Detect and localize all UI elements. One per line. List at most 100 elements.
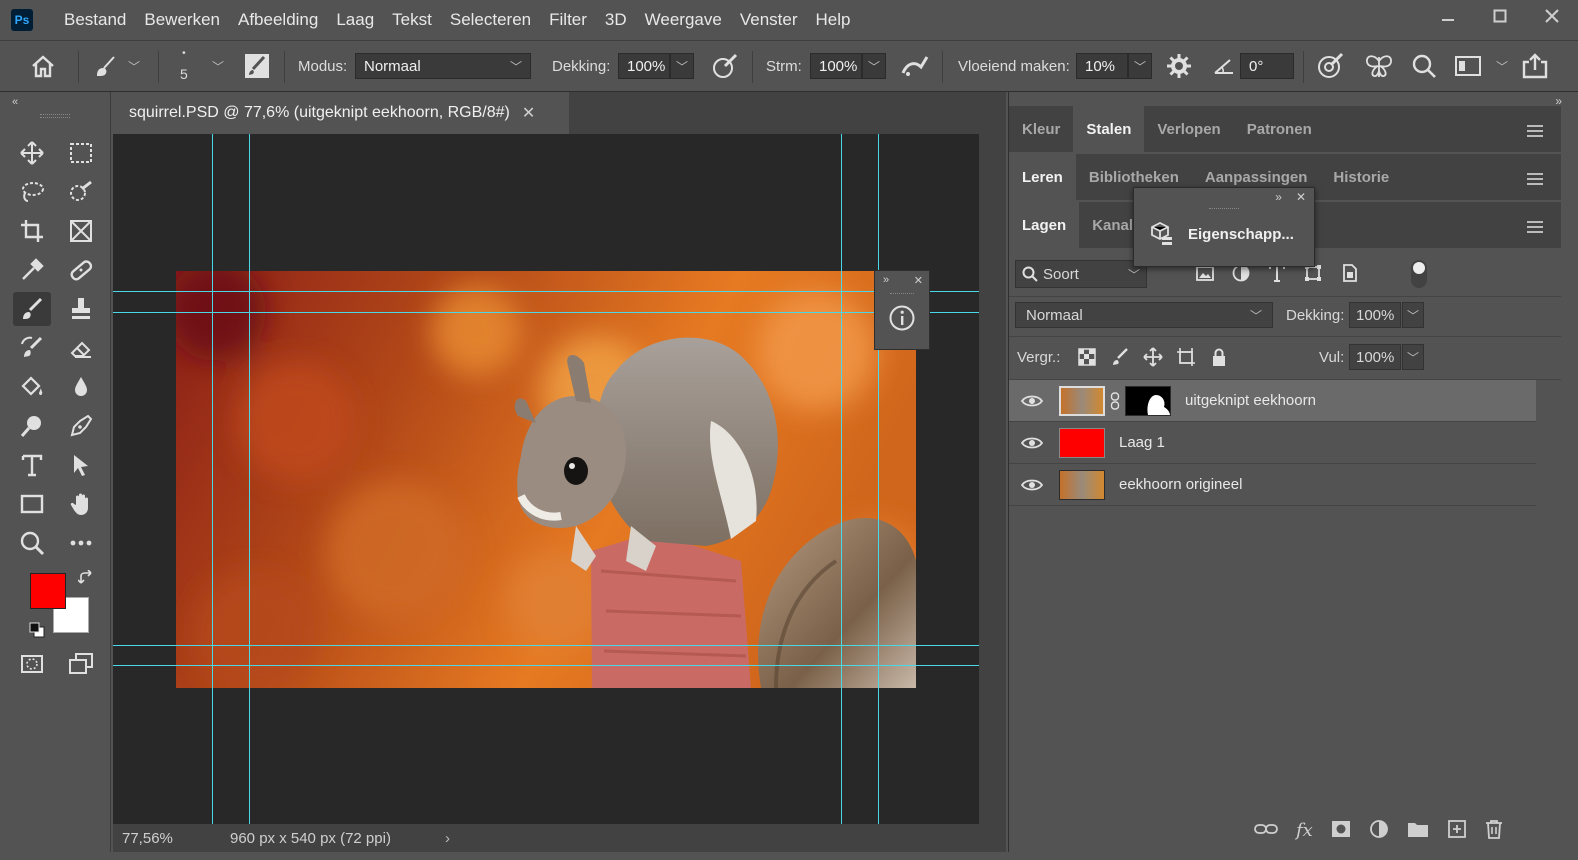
panel-menu-icon[interactable] [1527, 125, 1543, 137]
info-button[interactable] [875, 304, 929, 332]
layer-mask-thumbnail[interactable] [1125, 385, 1171, 416]
panel-menu-icon[interactable] [1527, 173, 1543, 185]
menu-help[interactable]: Help [807, 10, 860, 30]
layer-thumbnail[interactable] [1059, 469, 1105, 500]
layer-filter-select[interactable]: Soort ﹀ [1015, 260, 1147, 288]
canvas-image[interactable] [176, 271, 916, 688]
lock-all-button[interactable] [1209, 347, 1229, 370]
type-tool[interactable] [13, 448, 51, 482]
angle-input[interactable]: 0° [1240, 41, 1294, 91]
panel-grip[interactable] [890, 293, 914, 296]
tab-verlopen[interactable]: Verlopen [1144, 106, 1233, 152]
menu-weergave[interactable]: Weergave [636, 10, 731, 30]
crop-tool[interactable] [13, 214, 51, 248]
brush-size-dropdown[interactable]: ﹀ [212, 41, 224, 91]
layer-row[interactable]: eekhoorn origineel [1009, 464, 1536, 506]
new-layer-button[interactable] [1447, 819, 1467, 842]
guide-horizontal[interactable] [113, 665, 979, 666]
fx-icon[interactable]: fx [1296, 820, 1313, 841]
home-button[interactable] [30, 41, 56, 91]
vloeiend-dropdown[interactable]: ﹀ [1128, 53, 1152, 79]
menu-laag[interactable]: Laag [327, 10, 383, 30]
lasso-tool[interactable] [13, 175, 51, 209]
fill-input[interactable]: 100% [1349, 344, 1401, 370]
layer-row[interactable]: uitgeknipt eekhoorn [1009, 380, 1536, 422]
menu-afbeelding[interactable]: Afbeelding [229, 10, 327, 30]
link-layers-button[interactable] [1254, 821, 1278, 840]
properties-button[interactable]: Eigenschapp... [1148, 221, 1314, 247]
visibility-toggle[interactable] [1009, 436, 1055, 450]
canvas-vertical-scrollbar[interactable] [979, 134, 1006, 824]
workspace-button[interactable]: ﹀ [1454, 41, 1508, 91]
more-tools[interactable] [62, 526, 100, 560]
filter-toggle[interactable] [1411, 260, 1427, 288]
layer-opacity-input[interactable]: 100% [1349, 302, 1401, 328]
menu-bewerken[interactable]: Bewerken [135, 10, 229, 30]
panel-menu-icon[interactable] [1527, 221, 1543, 233]
guide-vertical[interactable] [249, 134, 250, 824]
paint-bucket-tool[interactable] [13, 370, 51, 404]
collapse-toolbox-icon[interactable]: « [12, 96, 18, 108]
hand-tool[interactable] [62, 487, 100, 521]
brush-size-picker[interactable]: • 5 [180, 41, 188, 91]
search-button[interactable] [1411, 41, 1437, 91]
modus-select[interactable]: Normaal ﹀ [355, 41, 531, 91]
layer-thumbnail[interactable] [1059, 385, 1105, 416]
move-tool[interactable] [13, 136, 51, 170]
blend-mode-select[interactable]: Normaal ﹀ [1015, 302, 1273, 328]
layer-opacity-dropdown[interactable]: ﹀ [1402, 302, 1424, 328]
menu-bestand[interactable]: Bestand [55, 10, 135, 30]
close-panel-icon[interactable]: ✕ [914, 274, 923, 287]
guide-horizontal[interactable] [113, 645, 979, 646]
eraser-tool[interactable] [62, 331, 100, 365]
tab-leren[interactable]: Leren [1009, 154, 1076, 200]
visibility-toggle[interactable] [1009, 394, 1055, 408]
layer-row[interactable]: Laag 1 [1009, 422, 1536, 464]
lock-transparency-button[interactable] [1077, 347, 1097, 370]
zoom-tool[interactable] [13, 526, 51, 560]
default-colors-button[interactable] [29, 622, 45, 641]
quick-mask-button[interactable] [13, 647, 51, 681]
zoom-level[interactable]: 77,56% [122, 830, 192, 847]
share-button[interactable] [1521, 41, 1549, 91]
maximize-button[interactable] [1474, 0, 1526, 32]
pen-tool[interactable] [62, 409, 100, 443]
layer-link[interactable] [1105, 391, 1125, 410]
brush-settings-toggle[interactable] [244, 41, 270, 91]
brush-tool[interactable] [13, 292, 51, 326]
guide-horizontal[interactable] [113, 291, 979, 292]
guide-horizontal[interactable] [113, 312, 979, 313]
guide-vertical[interactable] [212, 134, 213, 824]
lock-position-button[interactable] [1143, 347, 1163, 370]
dekking-dropdown[interactable]: ﹀ [670, 53, 694, 79]
guide-vertical[interactable] [841, 134, 842, 824]
healing-brush-tool[interactable] [62, 253, 100, 287]
menu-3d[interactable]: 3D [596, 10, 636, 30]
fill-dropdown[interactable]: ﹀ [1402, 344, 1424, 370]
canvas-area[interactable] [113, 134, 979, 824]
lock-artboard-button[interactable] [1176, 347, 1196, 370]
vloeiend-input[interactable]: 10% ﹀ [1076, 41, 1152, 91]
foreground-color-swatch[interactable] [30, 573, 66, 609]
tab-lagen[interactable]: Lagen [1009, 202, 1080, 248]
document-tab[interactable]: squirrel.PSD @ 77,6% (uitgeknipt eekhoor… [113, 92, 569, 134]
expand-panel-icon[interactable]: » [1275, 190, 1282, 204]
close-panel-icon[interactable]: ✕ [1296, 190, 1306, 204]
tool-preset-picker[interactable]: ﹀ [94, 41, 140, 91]
clone-stamp-tool[interactable] [62, 292, 100, 326]
swap-colors-button[interactable] [77, 569, 94, 589]
panel-grip[interactable] [1209, 208, 1239, 211]
visibility-toggle[interactable] [1009, 478, 1055, 492]
lock-pixels-button[interactable] [1110, 347, 1130, 370]
menu-selecteren[interactable]: Selecteren [441, 10, 540, 30]
marquee-tool[interactable] [62, 136, 100, 170]
tab-kleur[interactable]: Kleur [1009, 106, 1073, 152]
delete-layer-button[interactable] [1485, 819, 1503, 842]
strm-input[interactable]: 100% ﹀ [810, 41, 886, 91]
tab-stalen[interactable]: Stalen [1073, 106, 1145, 152]
menu-venster[interactable]: Venster [731, 10, 807, 30]
eyedropper-tool[interactable] [13, 253, 51, 287]
toolbox-grip[interactable] [40, 114, 70, 118]
menu-filter[interactable]: Filter [540, 10, 596, 30]
filter-smart-object-button[interactable] [1339, 263, 1359, 286]
